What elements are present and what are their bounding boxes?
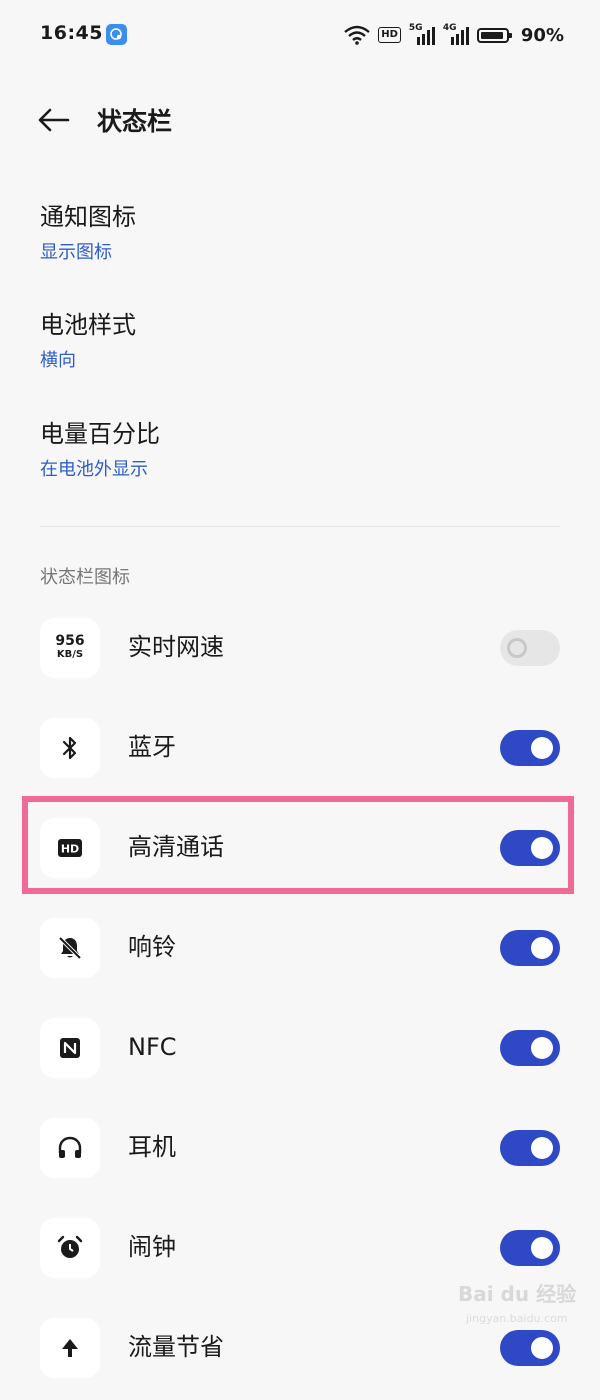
ringer-switch[interactable] xyxy=(500,930,560,966)
toggle-row-nfc[interactable]: NFC xyxy=(0,1000,600,1100)
app-notification-icon xyxy=(106,24,127,45)
network-speed-icon: 956 KB/S xyxy=(40,618,100,678)
switch-knob xyxy=(531,937,553,959)
status-time: 16:45 xyxy=(40,22,103,44)
switch-knob xyxy=(507,638,527,658)
alarm-switch[interactable] xyxy=(500,1230,560,1266)
battery-icon xyxy=(476,27,512,43)
bluetooth-icon xyxy=(40,718,100,778)
switch-knob xyxy=(531,737,553,759)
divider xyxy=(40,526,560,527)
row-label: 实时网速 xyxy=(128,633,224,661)
setting-title: 电池样式 xyxy=(40,311,136,339)
setting-value: 横向 xyxy=(40,350,76,371)
toggle-row-headphones[interactable]: 耳机 xyxy=(0,1100,600,1200)
page-title: 状态栏 xyxy=(97,107,173,136)
row-label: 响铃 xyxy=(128,933,176,961)
row-label: 耳机 xyxy=(128,1133,176,1161)
status-icons: HD 5G 4G 90% xyxy=(344,22,564,48)
setting-battery-percentage[interactable]: 电量百分比 在电池外显示 xyxy=(40,419,560,481)
data-saver-switch[interactable] xyxy=(500,1330,560,1366)
signal-4g-icon: 4G xyxy=(443,23,469,45)
headphones-icon xyxy=(40,1118,100,1178)
row-label: NFC xyxy=(128,1033,177,1061)
setting-value: 显示图标 xyxy=(40,242,112,263)
nfc-icon xyxy=(40,1018,100,1078)
wifi-icon xyxy=(344,25,371,45)
battery-percent: 90% xyxy=(520,24,564,46)
bell-off-icon xyxy=(40,918,100,978)
alarm-clock-icon xyxy=(40,1218,100,1278)
watermark-url: jingyan.baidu.com xyxy=(466,1312,568,1325)
net-speed-unit: KB/S xyxy=(56,649,84,660)
row-label: 流量节省 xyxy=(128,1333,224,1361)
setting-battery-style[interactable]: 电池样式 横向 xyxy=(40,310,560,372)
hd-status-badge: HD xyxy=(378,27,401,43)
setting-value: 在电池外显示 xyxy=(40,459,148,480)
battery-fill xyxy=(480,31,503,39)
setting-title: 电量百分比 xyxy=(40,420,160,448)
nfc-switch[interactable] xyxy=(500,1030,560,1066)
setting-title: 通知图标 xyxy=(40,203,136,231)
toggle-row-ringer[interactable]: 响铃 xyxy=(0,900,600,1000)
switch-knob xyxy=(531,1037,553,1059)
switch-knob xyxy=(531,1137,553,1159)
back-arrow-icon xyxy=(38,108,70,132)
section-header: 状态栏图标 xyxy=(40,567,130,588)
bluetooth-switch[interactable] xyxy=(500,730,560,766)
back-button[interactable] xyxy=(34,100,74,140)
watermark: Bai du 经验 xyxy=(458,1282,577,1306)
toggle-row-bluetooth[interactable]: 蓝牙 xyxy=(0,700,600,800)
network-speed-switch[interactable] xyxy=(500,630,560,666)
highlight-box xyxy=(22,796,574,894)
status-bar: 16:45 HD 5G 4G 90% xyxy=(0,0,600,70)
headphones-switch[interactable] xyxy=(500,1130,560,1166)
row-label: 闹钟 xyxy=(128,1233,176,1261)
signal-5g-icon: 5G xyxy=(409,23,435,45)
data-saver-icon xyxy=(40,1318,100,1378)
setting-notification-icons[interactable]: 通知图标 显示图标 xyxy=(40,202,560,264)
toggle-row-network-speed[interactable]: 956 KB/S 实时网速 xyxy=(0,600,600,700)
switch-knob xyxy=(531,1237,553,1259)
switch-knob xyxy=(531,1337,553,1359)
net-speed-value: 956 xyxy=(55,633,85,649)
row-label: 蓝牙 xyxy=(128,733,176,761)
